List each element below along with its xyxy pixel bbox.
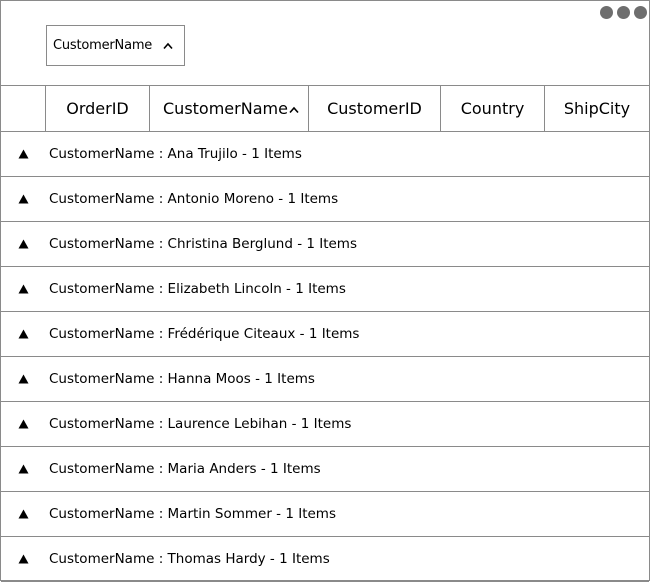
header-country[interactable]: Country [441, 86, 545, 131]
group-caption: CustomerName : Hanna Moos - 1 Items [49, 371, 315, 387]
header-label: CustomerName [163, 99, 288, 118]
group-caption: CustomerName : Maria Anders - 1 Items [49, 461, 321, 477]
header-label: Country [460, 99, 525, 118]
triangle-up-icon[interactable] [1, 447, 46, 491]
group-caption-row[interactable]: CustomerName : Ana Trujilo - 1 Items [1, 132, 649, 177]
dot [634, 6, 647, 19]
group-chip-label: CustomerName [53, 38, 153, 53]
data-grid: CustomerName OrderID CustomerName Custom… [0, 0, 650, 582]
triangle-up-icon[interactable] [1, 537, 46, 581]
group-caption-row[interactable]: CustomerName : Christina Berglund - 1 It… [1, 222, 649, 267]
header-label: ShipCity [563, 99, 631, 118]
group-caption: CustomerName : Martin Sommer - 1 Items [49, 506, 336, 522]
group-chip-customername[interactable]: CustomerName [46, 25, 185, 66]
group-caption-row[interactable]: CustomerName : Maria Anders - 1 Items [1, 447, 649, 492]
header-shipcity[interactable]: ShipCity [545, 86, 649, 131]
dot [617, 6, 630, 19]
triangle-up-icon[interactable] [1, 132, 46, 176]
group-rows: CustomerName : Ana Trujilo - 1 Items Cust… [1, 132, 649, 582]
header-label: OrderID [66, 99, 129, 118]
triangle-up-icon[interactable] [1, 402, 46, 446]
chevron-up-icon[interactable] [162, 40, 174, 52]
group-caption: CustomerName : Ana Trujilo - 1 Items [49, 146, 302, 162]
column-header-row: OrderID CustomerName CustomerID Country … [1, 86, 649, 132]
triangle-up-icon[interactable] [1, 177, 46, 221]
triangle-up-icon[interactable] [1, 357, 46, 401]
group-caption-row[interactable]: CustomerName : Thomas Hardy - 1 Items [1, 537, 649, 582]
header-orderid[interactable]: OrderID [46, 86, 150, 131]
group-caption-row[interactable]: CustomerName : Antonio Moreno - 1 Items [1, 177, 649, 222]
group-caption: CustomerName : Laurence Lebihan - 1 Item… [49, 416, 352, 432]
triangle-up-icon[interactable] [1, 312, 46, 356]
group-caption-row[interactable]: CustomerName : Martin Sommer - 1 Items [1, 492, 649, 537]
header-customername[interactable]: CustomerName [150, 86, 309, 131]
triangle-up-icon[interactable] [1, 222, 46, 266]
more-dots-icon[interactable] [600, 6, 647, 22]
indent-header-cell [1, 86, 46, 131]
header-label: CustomerID [327, 99, 422, 118]
group-caption: CustomerName : Christina Berglund - 1 It… [49, 236, 357, 252]
dot [600, 6, 613, 19]
header-customerid[interactable]: CustomerID [309, 86, 441, 131]
group-caption: CustomerName : Antonio Moreno - 1 Items [49, 191, 339, 207]
triangle-up-icon[interactable] [1, 267, 46, 311]
group-caption: CustomerName : Elizabeth Lincoln - 1 Ite… [49, 281, 346, 297]
group-caption-row[interactable]: CustomerName : Laurence Lebihan - 1 Item… [1, 402, 649, 447]
group-caption-row[interactable]: CustomerName : Elizabeth Lincoln - 1 Ite… [1, 267, 649, 312]
triangle-up-icon[interactable] [1, 492, 46, 536]
group-caption-row[interactable]: CustomerName : Hanna Moos - 1 Items [1, 357, 649, 402]
group-drop-area[interactable]: CustomerName [1, 1, 649, 86]
group-caption: CustomerName : Frédérique Citeaux - 1 It… [49, 326, 360, 342]
chevron-up-icon [288, 101, 300, 114]
group-caption-row[interactable]: CustomerName : Frédérique Citeaux - 1 It… [1, 312, 649, 357]
group-caption: CustomerName : Thomas Hardy - 1 Items [49, 551, 330, 567]
